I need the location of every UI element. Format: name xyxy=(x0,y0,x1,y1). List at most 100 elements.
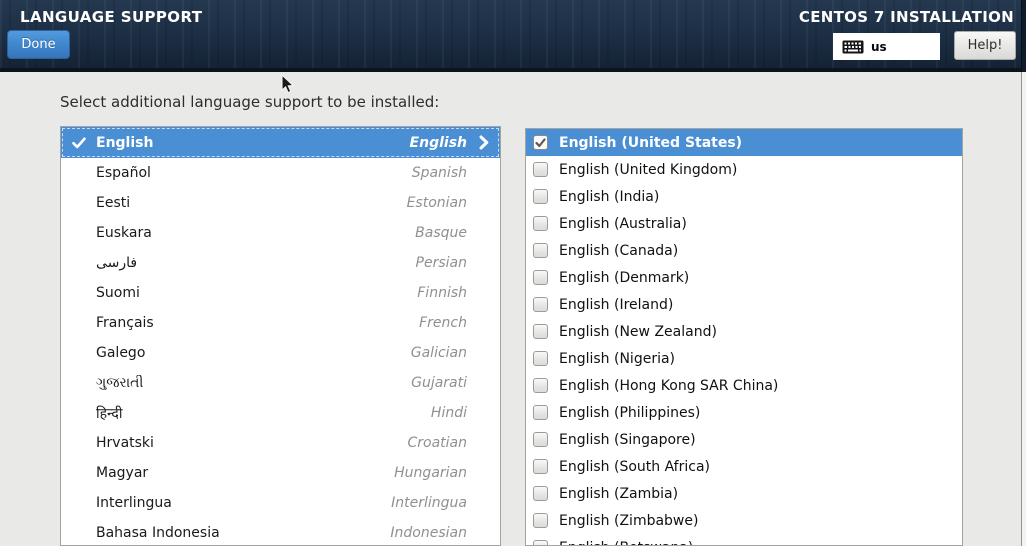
locale-checkbox[interactable] xyxy=(533,486,548,501)
locale-checkbox[interactable] xyxy=(533,135,548,150)
language-native-name: Interlingua xyxy=(96,495,391,511)
keyboard-icon xyxy=(842,40,864,54)
language-native-name: Hrvatski xyxy=(96,435,407,451)
window-edge xyxy=(1021,72,1026,546)
language-row[interactable]: Euskara Basque xyxy=(61,218,500,248)
locale-checkbox[interactable] xyxy=(533,540,548,546)
locale-row[interactable]: English (South Africa) xyxy=(526,453,962,480)
locale-list[interactable]: English (United States) English (United … xyxy=(525,128,963,546)
locale-checkbox[interactable] xyxy=(533,189,548,204)
language-english-name: Hungarian xyxy=(394,465,467,481)
locale-row[interactable]: English (Denmark) xyxy=(526,264,962,291)
locale-row[interactable]: English (Zambia) xyxy=(526,480,962,507)
locale-label: English (Nigeria) xyxy=(559,351,675,367)
language-row[interactable]: Hrvatski Croatian xyxy=(61,428,500,458)
locale-row[interactable]: English (India) xyxy=(526,183,962,210)
language-row[interactable]: Suomi Finnish xyxy=(61,278,500,308)
locale-row[interactable]: English (Nigeria) xyxy=(526,345,962,372)
language-row[interactable]: Français French xyxy=(61,308,500,338)
locale-label: English (Philippines) xyxy=(559,405,700,421)
locale-checkbox[interactable] xyxy=(533,513,548,528)
locale-checkbox[interactable] xyxy=(533,297,548,312)
language-row[interactable]: Español Spanish xyxy=(61,158,500,188)
locale-checkbox[interactable] xyxy=(533,324,548,339)
language-row[interactable]: ગુજરાતી Gujarati xyxy=(61,368,500,398)
locale-row[interactable]: English (Singapore) xyxy=(526,426,962,453)
locale-checkbox[interactable] xyxy=(533,432,548,447)
language-english-name: Indonesian xyxy=(390,525,467,541)
locale-checkbox[interactable] xyxy=(533,243,548,258)
locale-label: English (Zambia) xyxy=(559,486,678,502)
language-row[interactable]: Interlingua Interlingua xyxy=(61,488,500,518)
locale-row[interactable]: English (Hong Kong SAR China) xyxy=(526,372,962,399)
language-english-name: Interlingua xyxy=(391,495,467,511)
locale-label: English (Singapore) xyxy=(559,432,696,448)
locale-checkbox[interactable] xyxy=(533,162,548,177)
locale-label: English (Denmark) xyxy=(559,270,689,286)
locale-label: English (Zimbabwe) xyxy=(559,513,698,529)
language-native-name: Suomi xyxy=(96,285,417,301)
language-english-name: Gujarati xyxy=(411,375,467,391)
language-native-name: Español xyxy=(96,165,412,181)
language-english-name: Estonian xyxy=(407,195,467,211)
language-row[interactable]: Galego Galician xyxy=(61,338,500,368)
language-english-name: Galician xyxy=(411,345,467,361)
locale-label: English (Canada) xyxy=(559,243,678,259)
locale-row[interactable]: English (Australia) xyxy=(526,210,962,237)
language-english-name: French xyxy=(419,315,467,331)
language-row[interactable]: Eesti Estonian xyxy=(61,188,500,218)
language-row[interactable]: हिन्दी Hindi xyxy=(61,398,500,428)
language-native-name: Français xyxy=(96,315,419,331)
locale-label: English (Hong Kong SAR China) xyxy=(559,378,778,394)
locale-checkbox[interactable] xyxy=(533,459,548,474)
locale-label: English (New Zealand) xyxy=(559,324,717,340)
locale-checkbox[interactable] xyxy=(533,351,548,366)
language-english-name: Finnish xyxy=(417,285,467,301)
language-row[interactable]: فارسی Persian xyxy=(61,248,500,278)
locale-checkbox[interactable] xyxy=(533,216,548,231)
chevron-right-icon xyxy=(467,135,500,150)
locale-label: English (India) xyxy=(559,189,659,205)
language-row[interactable]: English English xyxy=(61,127,500,158)
locale-row[interactable]: English (Philippines) xyxy=(526,399,962,426)
page-title: LANGUAGE SUPPORT xyxy=(20,8,202,26)
locale-row[interactable]: English (United Kingdom) xyxy=(526,156,962,183)
locale-label: English (South Africa) xyxy=(559,459,710,475)
language-english-name: Hindi xyxy=(431,405,467,421)
instruction-text: Select additional language support to be… xyxy=(60,93,439,111)
language-english-name: English xyxy=(410,135,467,151)
language-native-name: हिन्दी xyxy=(96,404,431,423)
language-native-name: Bahasa Indonesia xyxy=(96,525,390,541)
language-row[interactable]: Magyar Hungarian xyxy=(61,458,500,488)
keyboard-layout-indicator[interactable]: us xyxy=(833,33,940,60)
keyboard-layout-label: us xyxy=(871,40,887,54)
language-english-name: Spanish xyxy=(412,165,467,181)
check-icon xyxy=(61,137,96,149)
locale-row[interactable]: English (Canada) xyxy=(526,237,962,264)
language-native-name: فارسی xyxy=(96,255,416,271)
language-row[interactable]: Bahasa Indonesia Indonesian xyxy=(61,518,500,546)
language-native-name: Magyar xyxy=(96,465,394,481)
language-list[interactable]: English English Español Spanish Eesti Es… xyxy=(60,126,501,546)
language-support-screen: LANGUAGE SUPPORT Done CENTOS 7 INSTALLAT… xyxy=(0,0,1026,546)
help-button[interactable]: Help! xyxy=(954,31,1016,60)
locale-row[interactable]: English (Ireland) xyxy=(526,291,962,318)
locale-label: English (Ireland) xyxy=(559,297,673,313)
header-bar: LANGUAGE SUPPORT Done CENTOS 7 INSTALLAT… xyxy=(0,0,1026,72)
locale-checkbox[interactable] xyxy=(533,270,548,285)
language-english-name: Basque xyxy=(415,225,467,241)
locale-checkbox[interactable] xyxy=(533,405,548,420)
mouse-pointer xyxy=(281,74,296,96)
locale-row[interactable]: English (Zimbabwe) xyxy=(526,507,962,534)
locale-row[interactable]: English (United States) xyxy=(526,129,962,156)
locale-label: English (United Kingdom) xyxy=(559,162,737,178)
locale-label: English (Botswana) xyxy=(559,540,693,546)
locale-row[interactable]: English (Botswana) xyxy=(526,534,962,546)
language-english-name: Croatian xyxy=(407,435,467,451)
language-native-name: ગુજરાતી xyxy=(96,375,411,391)
done-button[interactable]: Done xyxy=(7,30,70,59)
language-english-name: Persian xyxy=(416,255,467,271)
locale-label: English (United States) xyxy=(559,135,742,151)
locale-checkbox[interactable] xyxy=(533,378,548,393)
locale-row[interactable]: English (New Zealand) xyxy=(526,318,962,345)
